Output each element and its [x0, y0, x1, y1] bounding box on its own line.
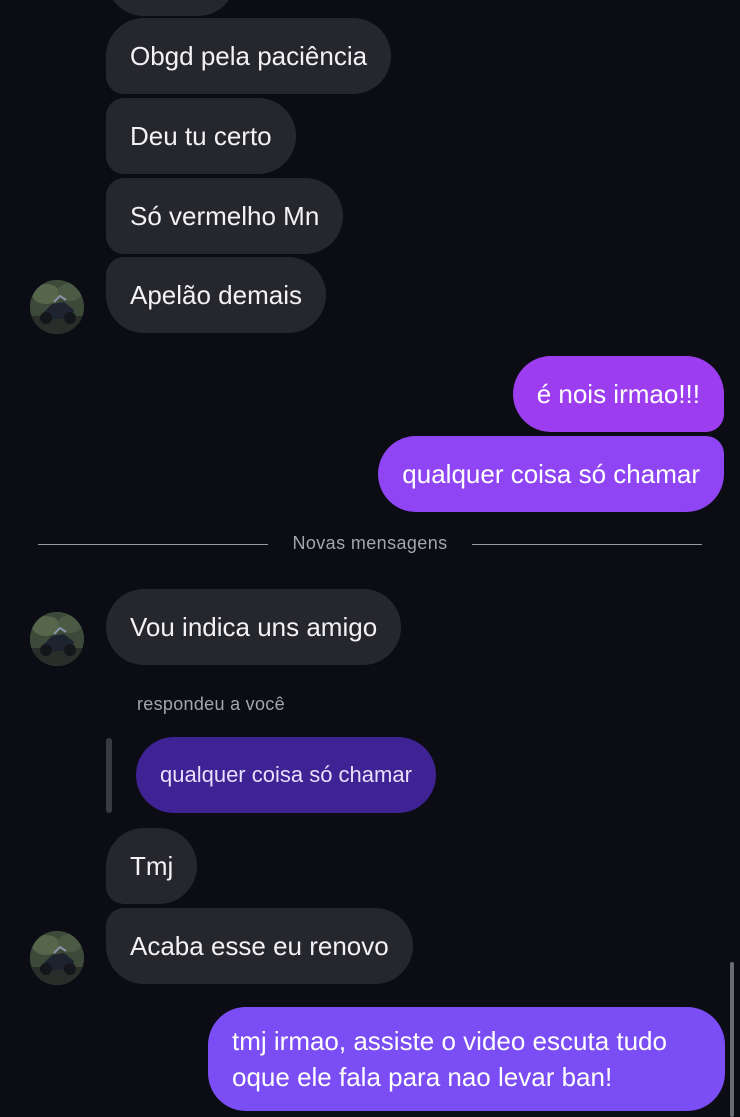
contact-avatar-photo	[30, 280, 84, 334]
contact-avatar[interactable]	[30, 280, 84, 334]
message-text: Obgd pela paciência	[130, 41, 368, 71]
previous-message-partial[interactable]	[106, 0, 236, 16]
contact-avatar-photo	[30, 612, 84, 666]
contact-avatar[interactable]	[30, 612, 84, 666]
quoted-message[interactable]: qualquer coisa só chamar	[136, 737, 436, 813]
contact-avatar[interactable]	[30, 931, 84, 985]
message-text: Deu tu certo	[130, 121, 272, 151]
message-text: Vou indica uns amigo	[130, 612, 378, 642]
incoming-message[interactable]: Vou indica uns amigo	[106, 589, 402, 665]
message-text: é nois irmao!!!	[536, 379, 700, 409]
message-text: tmj irmao, assiste o video escuta tudo o…	[232, 1026, 667, 1092]
incoming-message[interactable]: Tmj	[106, 828, 198, 904]
scrollbar[interactable]	[730, 962, 734, 1117]
incoming-message[interactable]: Obgd pela paciência	[106, 18, 392, 94]
outgoing-message[interactable]: tmj irmao, assiste o video escuta tudo o…	[208, 1007, 725, 1111]
message-text: Apelão demais	[130, 280, 302, 310]
reply-context-label: respondeu a você	[137, 694, 285, 714]
new-messages-divider-label: Novas mensagens	[292, 533, 448, 553]
incoming-message[interactable]: Apelão demais	[106, 257, 326, 333]
outgoing-message[interactable]: é nois irmao!!!	[512, 356, 724, 432]
message-text: Só vermelho Mn	[130, 201, 320, 231]
message-text: Tmj	[130, 851, 174, 881]
message-text: Acaba esse eu renovo	[130, 931, 389, 961]
message-text: qualquer coisa só chamar	[402, 459, 700, 489]
incoming-message[interactable]: Deu tu certo	[106, 98, 296, 174]
incoming-message[interactable]: Acaba esse eu renovo	[106, 908, 413, 984]
quoted-message-text: qualquer coisa só chamar	[160, 762, 412, 787]
outgoing-message[interactable]: qualquer coisa só chamar	[378, 436, 724, 512]
incoming-message[interactable]: Só vermelho Mn	[106, 178, 344, 254]
contact-avatar-photo	[30, 931, 84, 985]
reply-indicator-bar	[106, 738, 112, 813]
